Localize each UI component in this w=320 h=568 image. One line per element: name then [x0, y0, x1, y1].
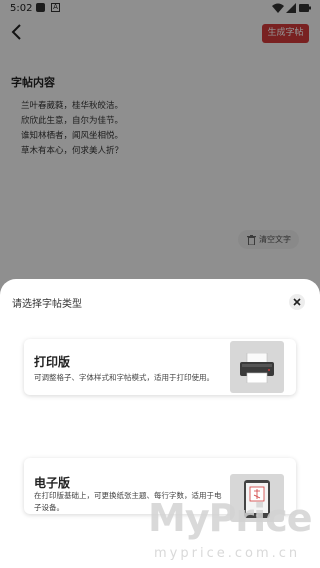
- close-icon: [293, 298, 301, 306]
- option-title: 电子版: [34, 476, 71, 490]
- option-description: 可调整格子、字体样式和字帖模式，适用于打印使用。: [34, 373, 214, 382]
- print-version-option[interactable]: 打印版 可调整格子、字体样式和字帖模式，适用于打印使用。: [24, 339, 296, 395]
- watermark-sub: myprice.com.cn: [154, 546, 301, 561]
- watermark-main: MyPrice: [148, 496, 312, 540]
- watermark: MyPrice myprice.com.cn: [148, 496, 320, 568]
- close-button[interactable]: [289, 294, 305, 310]
- printer-icon: [240, 353, 274, 383]
- sheet-title: 请选择字帖类型: [12, 299, 82, 310]
- print-version-thumbnail: [230, 341, 284, 393]
- option-title: 打印版: [34, 355, 71, 369]
